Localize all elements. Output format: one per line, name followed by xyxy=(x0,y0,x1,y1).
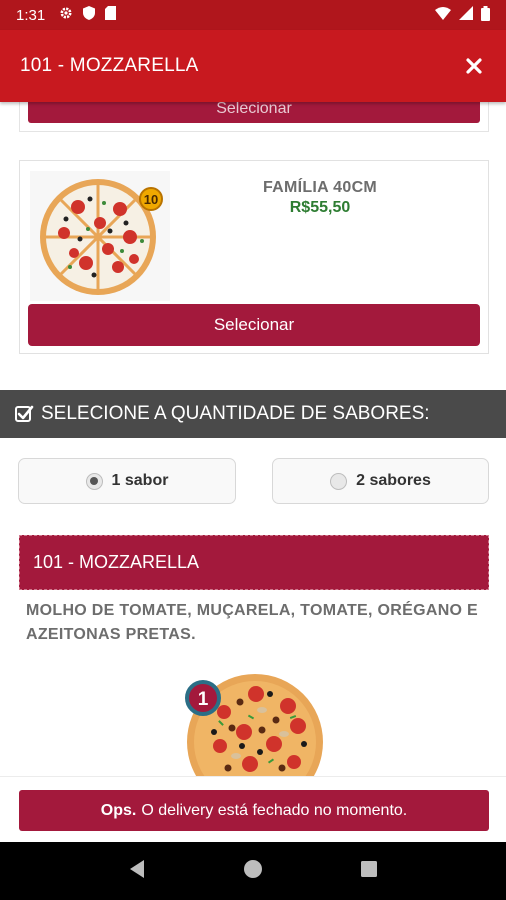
radio-selected[interactable] xyxy=(85,472,103,490)
banner-message: O delivery está fechado no momento. xyxy=(141,801,408,819)
option-label: 2 sabores xyxy=(356,472,431,489)
select-button[interactable]: Selecionar xyxy=(28,304,480,346)
system-nav-bar xyxy=(0,842,506,900)
app-header: 101 - MOZZARELLA xyxy=(0,30,506,102)
home-icon[interactable] xyxy=(243,859,263,884)
flavor-description: MOLHO DE TOMATE, MUÇARELA, TOMATE, ORÉGA… xyxy=(26,602,479,643)
header-title: 101 - MOZZARELLA xyxy=(20,55,199,76)
recents-icon[interactable] xyxy=(360,860,378,883)
option-1-sabor[interactable]: 1 sabor xyxy=(18,458,236,504)
flavor-title: 101 - MOZZARELLA xyxy=(33,552,200,572)
flavor-badge: 1 xyxy=(198,689,209,710)
close-icon[interactable] xyxy=(462,54,486,78)
section-title: SELECIONE A QUANTIDADE DE SABORES: xyxy=(41,403,430,424)
flavor-title-bar: 101 - MOZZARELLA xyxy=(19,535,489,590)
pizza-image: 10 xyxy=(30,171,170,301)
select-button-previous[interactable]: Selecionar xyxy=(28,102,480,123)
status-time: 1:31 xyxy=(16,6,46,24)
scroll-content[interactable]: Selecionar 10 FAMÍLIA 40CM R$55,50 Selec… xyxy=(0,102,506,776)
size-card-previous: Selecionar xyxy=(19,102,489,132)
wifi-icon xyxy=(435,6,451,24)
status-bar: 1:31 xyxy=(0,0,506,30)
footer: Ops. O delivery está fechado no momento. xyxy=(0,776,506,842)
delivery-closed-banner: Ops. O delivery está fechado no momento. xyxy=(19,790,489,831)
option-label: 1 sabor xyxy=(111,472,169,489)
checkbox-check-icon xyxy=(14,404,34,424)
radio-unselected[interactable] xyxy=(330,472,348,490)
shield-icon xyxy=(83,6,96,24)
flavor-count-section: SELECIONE A QUANTIDADE DE SABORES: xyxy=(0,390,506,438)
size-badge: 10 xyxy=(144,192,158,207)
banner-bold: Ops. xyxy=(100,801,137,819)
settings-gear-icon xyxy=(59,6,73,24)
size-name: FAMÍLIA 40CM xyxy=(262,179,378,196)
flavor-pizza-image: 1 xyxy=(178,664,338,776)
sd-card-icon xyxy=(105,6,117,24)
signal-icon xyxy=(459,6,473,24)
size-price: R$55,50 xyxy=(289,199,351,216)
size-card: 10 FAMÍLIA 40CM R$55,50 Selecionar xyxy=(19,160,489,354)
back-icon[interactable] xyxy=(128,859,146,884)
option-2-sabores[interactable]: 2 sabores xyxy=(272,458,489,504)
battery-icon xyxy=(481,5,490,25)
